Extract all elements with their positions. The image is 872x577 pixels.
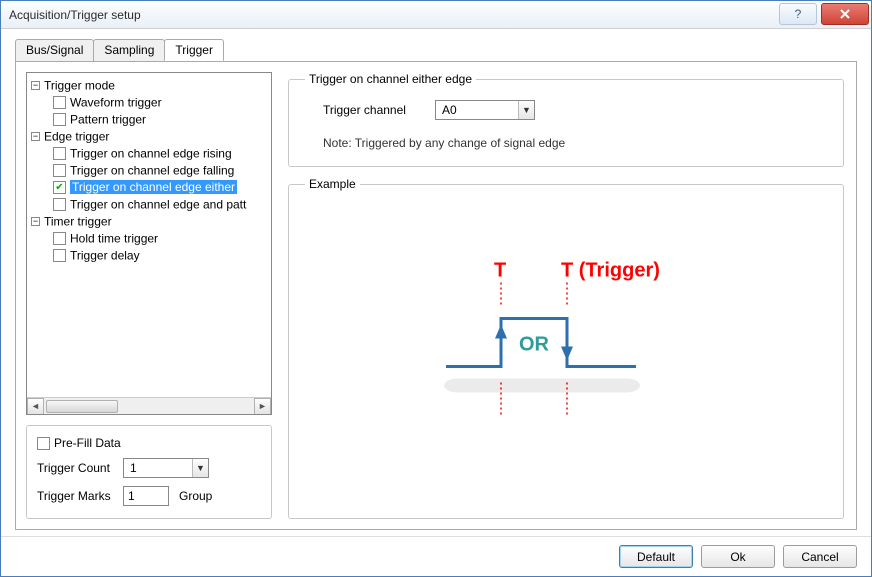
default-button[interactable]: Default (619, 545, 693, 568)
prefill-checkbox[interactable] (37, 437, 50, 450)
tab-bus-signal[interactable]: Bus/Signal (15, 39, 94, 61)
prefill-row: Pre-Fill Data (37, 436, 261, 450)
tab-body: −Trigger mode Waveform trigger Pattern t… (15, 61, 857, 530)
tree-leaf-waveform-trigger[interactable]: Waveform trigger (31, 94, 271, 111)
chevron-down-icon[interactable]: ▼ (192, 459, 208, 477)
tree-node-edge-trigger[interactable]: −Edge trigger (31, 128, 271, 145)
tree-leaf-edge-falling[interactable]: Trigger on channel edge falling (31, 162, 271, 179)
trigger-settings-group: Trigger on channel either edge Trigger c… (288, 72, 844, 167)
scroll-left-icon[interactable]: ◄ (27, 398, 44, 415)
tree-leaf-pattern-trigger[interactable]: Pattern trigger (31, 111, 271, 128)
example-diagram: T T (Trigger) (436, 255, 696, 428)
tree-horizontal-scrollbar[interactable]: ◄ ► (27, 397, 271, 414)
close-button[interactable] (821, 3, 869, 25)
tree-leaf-edge-rising[interactable]: Trigger on channel edge rising (31, 145, 271, 162)
tab-sampling[interactable]: Sampling (93, 39, 165, 61)
tree-leaf-edge-either[interactable]: ✔Trigger on channel edge either (31, 179, 271, 196)
tab-trigger[interactable]: Trigger (164, 39, 224, 61)
content-area: Bus/Signal Sampling Trigger −Trigger mod… (1, 29, 871, 536)
scroll-track[interactable] (44, 398, 254, 415)
tab-label: Trigger (175, 43, 213, 57)
tree-leaf-trigger-delay[interactable]: Trigger delay (31, 247, 271, 264)
diagram-or-label: OR (519, 334, 550, 356)
checkbox[interactable] (53, 147, 66, 160)
trigger-count-combo[interactable]: 1 ▼ (123, 458, 209, 478)
dialog-window: Acquisition/Trigger setup ? Bus/Signal S… (0, 0, 872, 577)
dialog-footer: Default Ok Cancel (1, 536, 871, 576)
tree-leaf-hold-time[interactable]: Hold time trigger (31, 230, 271, 247)
trigger-count-value: 1 (124, 461, 192, 475)
checkbox[interactable] (53, 164, 66, 177)
trigger-marks-suffix: Group (179, 489, 212, 503)
checkbox-checked[interactable]: ✔ (53, 181, 66, 194)
ok-button[interactable]: Ok (701, 545, 775, 568)
checkbox[interactable] (53, 232, 66, 245)
tab-label: Sampling (104, 43, 154, 57)
trigger-channel-combo[interactable]: A0 ▼ (435, 100, 535, 120)
tabs: Bus/Signal Sampling Trigger (15, 39, 857, 61)
example-title: Example (305, 177, 360, 191)
trigger-channel-value: A0 (436, 103, 518, 117)
left-column: −Trigger mode Waveform trigger Pattern t… (26, 72, 272, 519)
diagram-label-t1: T (494, 260, 506, 282)
right-column: Trigger on channel either edge Trigger c… (286, 72, 846, 519)
checkbox[interactable] (53, 198, 66, 211)
collapse-icon[interactable]: − (31, 132, 40, 141)
cancel-button[interactable]: Cancel (783, 545, 857, 568)
titlebar-buttons: ? (779, 1, 871, 28)
trigger-channel-label: Trigger channel (305, 103, 435, 117)
tree-node-timer-trigger[interactable]: −Timer trigger (31, 213, 271, 230)
checkbox[interactable] (53, 249, 66, 262)
scroll-thumb[interactable] (46, 400, 118, 413)
trigger-count-row: Trigger Count 1 ▼ (37, 458, 261, 478)
trigger-marks-label: Trigger Marks (37, 489, 123, 503)
scroll-right-icon[interactable]: ► (254, 398, 271, 415)
checkbox[interactable] (53, 96, 66, 109)
titlebar: Acquisition/Trigger setup ? (1, 1, 871, 29)
help-button[interactable]: ? (779, 3, 817, 25)
chevron-down-icon[interactable]: ▼ (518, 101, 534, 119)
tree-leaf-edge-and-patt[interactable]: Trigger on channel edge and patt (31, 196, 271, 213)
trigger-settings-title: Trigger on channel either edge (305, 72, 476, 86)
window-title: Acquisition/Trigger setup (9, 8, 779, 22)
trigger-note: Note: Triggered by any change of signal … (305, 136, 827, 150)
trigger-channel-row: Trigger channel A0 ▼ (305, 100, 827, 120)
collapse-icon[interactable]: − (31, 217, 40, 226)
tree-node-trigger-mode[interactable]: −Trigger mode (31, 77, 271, 94)
trigger-marks-row: Trigger Marks Group (37, 486, 261, 506)
trigger-tree[interactable]: −Trigger mode Waveform trigger Pattern t… (26, 72, 272, 415)
checkbox[interactable] (53, 113, 66, 126)
prefill-label: Pre-Fill Data (54, 436, 121, 450)
trigger-count-label: Trigger Count (37, 461, 123, 475)
trigger-options-panel: Pre-Fill Data Trigger Count 1 ▼ Trigger … (26, 425, 272, 519)
trigger-marks-input[interactable] (123, 486, 169, 506)
close-icon (839, 8, 851, 20)
tab-label: Bus/Signal (26, 43, 83, 57)
collapse-icon[interactable]: − (31, 81, 40, 90)
example-group: Example T T (Trigger) (288, 177, 844, 519)
diagram-label-t2: T (Trigger) (561, 260, 660, 282)
